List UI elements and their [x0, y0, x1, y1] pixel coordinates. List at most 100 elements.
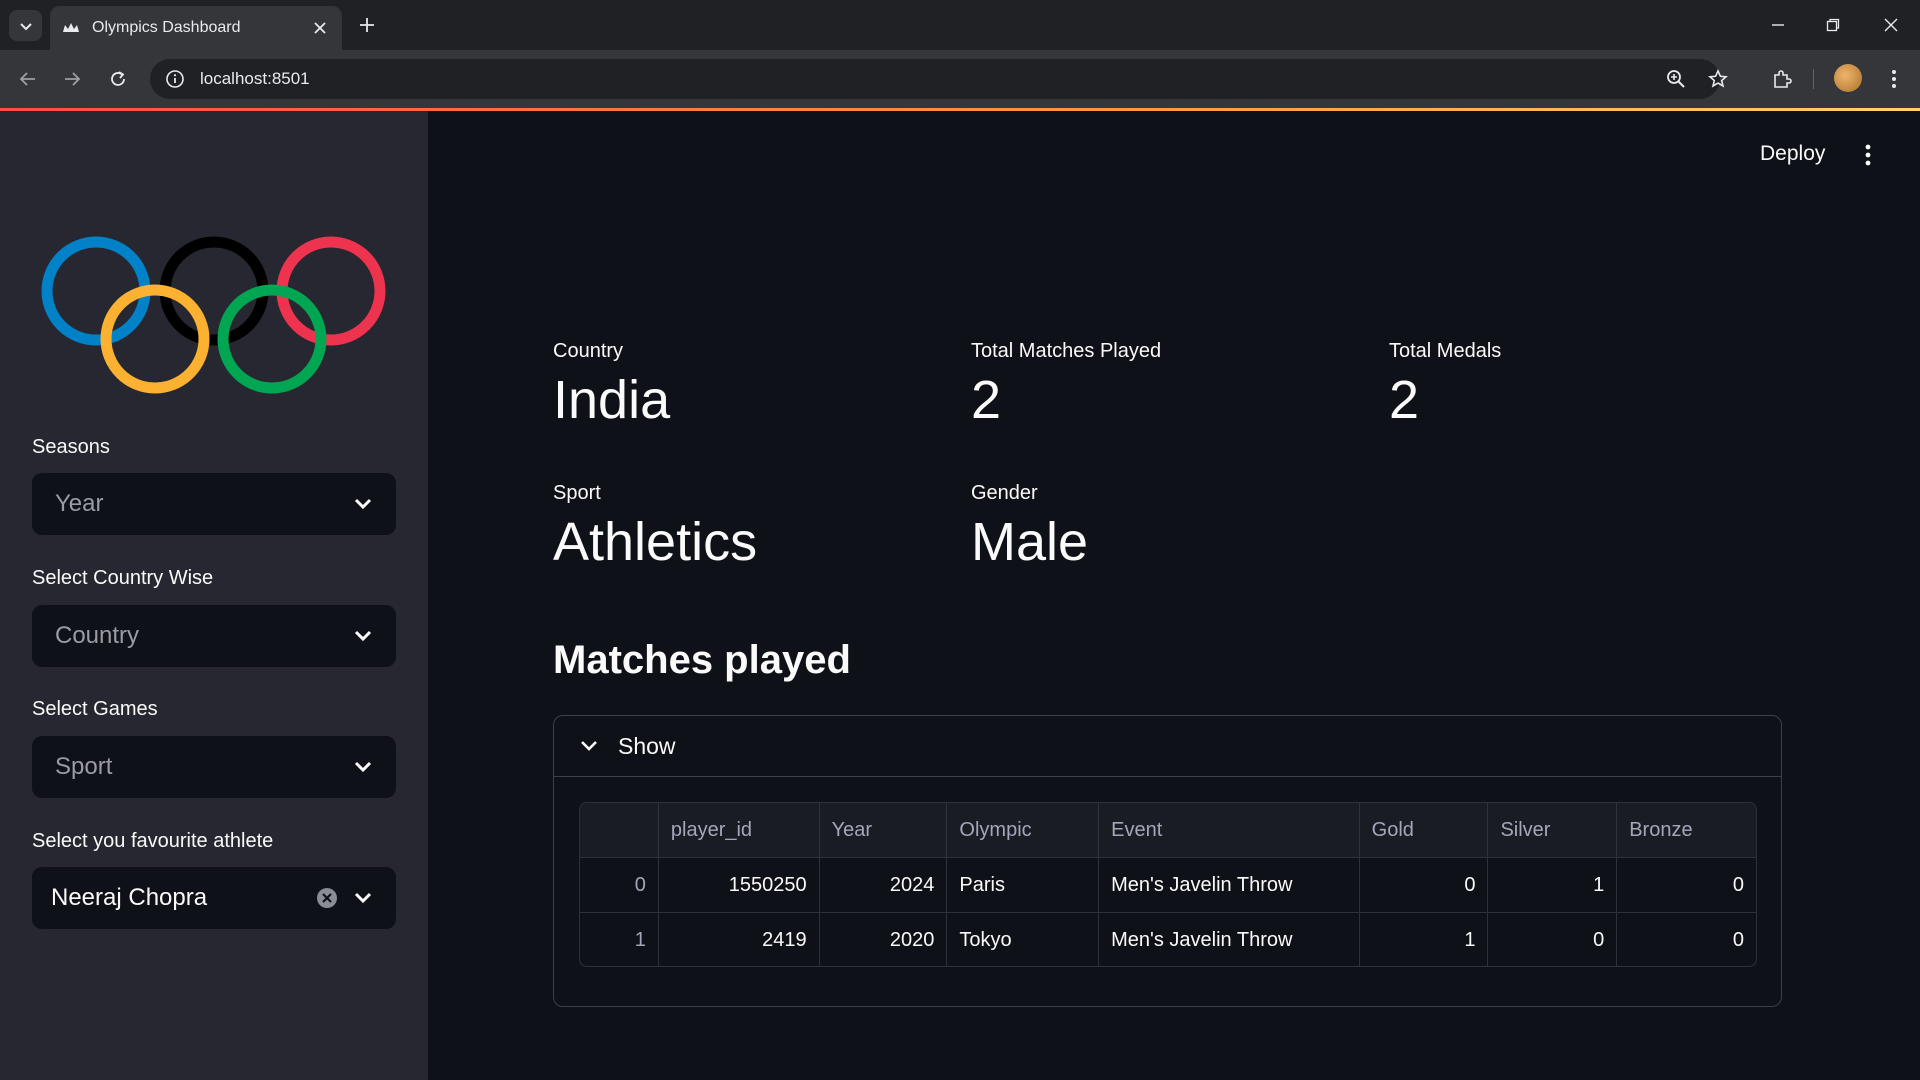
table-cell[interactable]: Men's Javelin Throw	[1099, 913, 1360, 966]
chevron-down-icon	[578, 735, 600, 757]
bookmark-button[interactable]	[1704, 65, 1732, 93]
metric-label: Gender	[971, 482, 1038, 504]
close-window-button[interactable]	[1878, 12, 1904, 38]
new-tab-button[interactable]	[354, 12, 380, 38]
row-index: 0	[580, 858, 659, 912]
table-cell[interactable]: 0	[1360, 858, 1489, 912]
metric-country: Country India	[553, 340, 670, 430]
browser-tab-bar: Olympics Dashboard	[0, 0, 1920, 50]
olympic-rings-logo	[41, 236, 386, 394]
athlete-label: Select you favourite athlete	[32, 830, 274, 852]
column-header[interactable]: player_id	[659, 803, 820, 857]
sidebar: Seasons Year Select Country Wise Country…	[0, 111, 428, 1080]
table-cell[interactable]: 0	[1488, 913, 1618, 966]
table-cell[interactable]: Men's Javelin Throw	[1099, 858, 1360, 912]
section-heading: Matches played	[553, 638, 851, 682]
metric-value: Athletics	[553, 512, 758, 572]
athlete-select[interactable]: Neeraj Chopra	[32, 867, 396, 929]
expander-header[interactable]: Show	[554, 716, 1781, 777]
athlete-selected-value: Neeraj Chopra	[51, 884, 208, 911]
matches-table[interactable]: player_id Year Olympic Event Gold Silver…	[579, 802, 1757, 967]
sport-placeholder: Sport	[55, 753, 113, 780]
browser-tab-active[interactable]: Olympics Dashboard	[50, 6, 342, 50]
table-cell[interactable]: Tokyo	[947, 913, 1100, 966]
profile-avatar[interactable]	[1834, 64, 1862, 92]
table-cell[interactable]: 0	[1617, 858, 1756, 912]
table-row: 1 2419 2020 Tokyo Men's Javelin Throw 1 …	[580, 913, 1756, 966]
vertical-dots-icon	[1892, 70, 1896, 88]
restore-button[interactable]	[1820, 12, 1846, 38]
zoom-button[interactable]	[1662, 65, 1690, 93]
metric-label: Country	[553, 340, 624, 362]
app-menu-button[interactable]	[1856, 140, 1880, 170]
seasons-placeholder: Year	[55, 490, 104, 517]
arrow-right-icon	[65, 72, 81, 86]
clear-circle-icon[interactable]	[316, 887, 338, 909]
country-select[interactable]: Country	[32, 605, 396, 667]
star-icon	[1708, 69, 1728, 88]
arrow-left-icon	[19, 72, 35, 86]
restore-icon	[1826, 18, 1840, 32]
table-cell[interactable]: Paris	[947, 858, 1100, 912]
table-cell[interactable]: 2419	[659, 913, 820, 966]
games-label: Select Games	[32, 698, 158, 720]
deploy-button[interactable]: Deploy	[1760, 142, 1825, 166]
expander-title: Show	[618, 732, 676, 759]
metric-total-medals: Total Medals 2	[1389, 340, 1501, 430]
table-cell[interactable]: 1	[1360, 913, 1489, 966]
country-placeholder: Country	[55, 622, 140, 649]
tab-title: Olympics Dashboard	[92, 19, 241, 36]
chevron-down-icon	[352, 887, 374, 909]
column-header[interactable]	[580, 803, 659, 857]
column-header[interactable]: Event	[1099, 803, 1360, 857]
chevron-down-icon	[19, 22, 32, 30]
country-label: Select Country Wise	[32, 567, 214, 589]
row-index: 1	[580, 913, 659, 966]
metric-value: Male	[971, 512, 1089, 572]
browser-menu-button[interactable]	[1880, 65, 1908, 93]
table-header-row: player_id Year Olympic Event Gold Silver…	[580, 803, 1756, 858]
table-cell[interactable]: 1550250	[659, 858, 820, 912]
table-cell[interactable]: 2020	[820, 913, 948, 966]
metric-gender: Gender Male	[971, 482, 1088, 572]
seasons-select[interactable]: Year	[32, 473, 396, 535]
table-cell[interactable]: 1	[1488, 858, 1618, 912]
metric-label: Total Matches Played	[971, 340, 1162, 362]
table-cell[interactable]: 2024	[820, 858, 948, 912]
back-button[interactable]	[14, 65, 42, 93]
table-cell[interactable]: 0	[1617, 913, 1756, 966]
reload-button[interactable]	[104, 65, 132, 93]
tab-close-icon[interactable]	[310, 18, 330, 38]
browser-toolbar: localhost:8501	[0, 50, 1920, 108]
sport-select[interactable]: Sport	[32, 736, 396, 798]
zoom-icon	[1667, 70, 1685, 88]
column-header[interactable]: Gold	[1360, 803, 1489, 857]
column-header[interactable]: Bronze	[1617, 803, 1756, 857]
seasons-label: Seasons	[32, 436, 110, 458]
tab-search-button[interactable]	[9, 10, 42, 41]
reload-icon	[111, 71, 125, 86]
chevron-down-icon	[352, 625, 374, 647]
vertical-dots-icon	[1865, 144, 1871, 166]
close-icon	[1884, 18, 1898, 32]
chevron-down-icon	[352, 493, 374, 515]
address-bar[interactable]: localhost:8501	[150, 59, 1720, 99]
metric-total-matches: Total Matches Played 2	[971, 340, 1161, 430]
matches-expander: Show player_id Year Olympic Event Gold S…	[553, 715, 1782, 1007]
column-header[interactable]: Year	[820, 803, 948, 857]
olympic-rings-favicon-icon	[62, 19, 80, 37]
metric-value: 2	[971, 370, 1002, 430]
extensions-button[interactable]	[1768, 65, 1796, 93]
metric-value: India	[553, 370, 671, 430]
minimize-icon	[1772, 24, 1784, 26]
column-header[interactable]: Olympic	[947, 803, 1100, 857]
column-header[interactable]: Silver	[1488, 803, 1618, 857]
chevron-down-icon	[352, 756, 374, 778]
forward-button[interactable]	[58, 65, 86, 93]
minimize-button[interactable]	[1765, 12, 1791, 38]
site-info-icon[interactable]	[164, 68, 186, 90]
metric-value: 2	[1389, 370, 1420, 430]
metric-sport: Sport Athletics	[553, 482, 757, 572]
metric-label: Sport	[553, 482, 601, 504]
url-text: localhost:8501	[200, 69, 310, 88]
